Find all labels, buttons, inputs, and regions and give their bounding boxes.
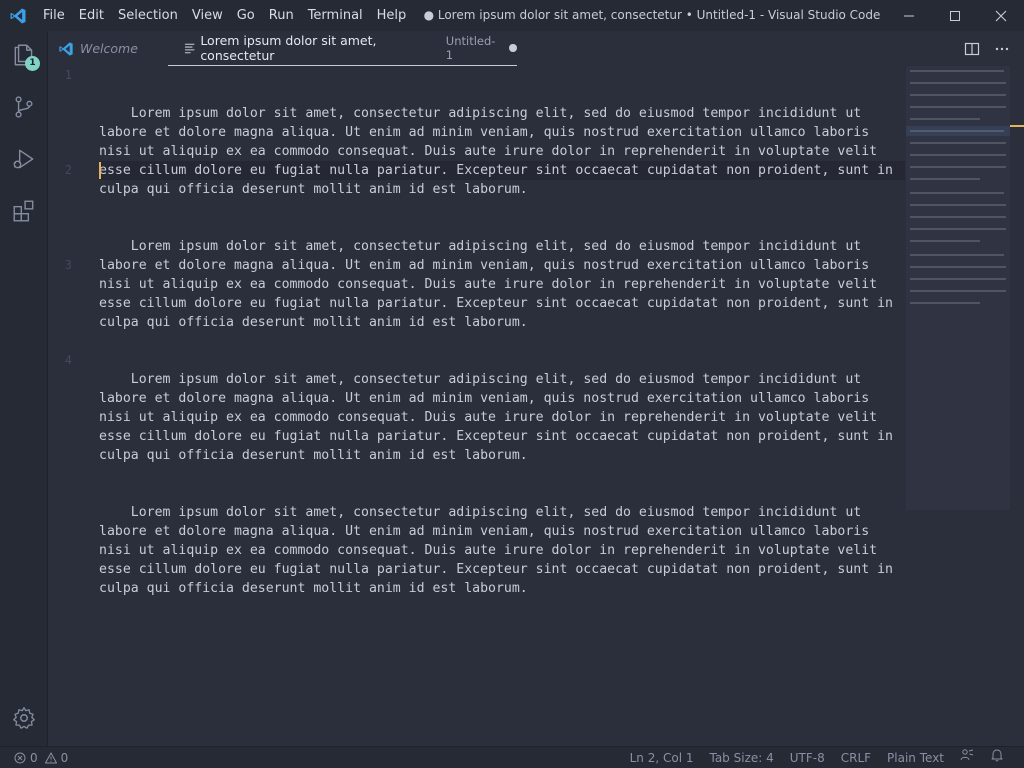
minimap-line <box>910 204 1006 206</box>
minimap-line <box>910 94 1006 96</box>
menu-edit[interactable]: Edit <box>72 0 111 31</box>
minimap-line <box>910 216 1006 218</box>
language-mode[interactable]: Plain Text <box>879 747 952 768</box>
minimap-line <box>910 130 1004 132</box>
notifications-button[interactable] <box>982 747 1012 768</box>
error-icon <box>14 752 26 764</box>
editor-actions <box>964 31 1010 66</box>
window-controls <box>886 0 1024 31</box>
unsaved-dot-icon[interactable] <box>509 44 517 52</box>
menu-help[interactable]: Help <box>370 0 414 31</box>
tab-size[interactable]: Tab Size: 4 <box>701 747 781 768</box>
minimap-line <box>910 142 1006 144</box>
editor-area[interactable]: 1 2 3 4 Lorem ipsum dolor sit amet, cons… <box>48 66 1024 746</box>
feedback-icon <box>960 749 974 761</box>
minimize-button[interactable] <box>886 0 932 31</box>
line-number: 2 <box>64 163 72 177</box>
split-editor-icon[interactable] <box>964 41 980 57</box>
minimap-line <box>910 254 1004 256</box>
line-number: 4 <box>64 353 72 367</box>
tab-untitled-1[interactable]: Lorem ipsum dolor sit amet, consectetur … <box>168 31 517 66</box>
cursor-position[interactable]: Ln 2, Col 1 <box>622 747 702 768</box>
minimap-line <box>910 228 1006 230</box>
menu-run[interactable]: Run <box>262 0 301 31</box>
manage-settings-button[interactable] <box>0 694 48 742</box>
menu-selection[interactable]: Selection <box>111 0 185 31</box>
tab-welcome[interactable]: Welcome <box>48 31 168 66</box>
tab-welcome-label: Welcome <box>80 41 138 56</box>
code-line[interactable]: Lorem ipsum dolor sit amet, consectetur … <box>99 370 904 465</box>
status-bar: 0 0 Ln 2, Col 1 Tab Size: 4 UTF-8 CRLF P… <box>0 746 1024 768</box>
tab-active-description: Untitled-1 <box>445 34 496 62</box>
explorer-button[interactable]: 1 <box>0 31 48 79</box>
run-debug-icon <box>13 149 34 169</box>
code-line[interactable]: Lorem ipsum dolor sit amet, consectetur … <box>99 104 904 199</box>
warning-icon <box>44 752 57 764</box>
minimap-line <box>910 192 1004 194</box>
code-line[interactable]: Lorem ipsum dolor sit amet, consectetur … <box>99 503 904 598</box>
minimap-line <box>910 240 980 242</box>
vscode-welcome-icon <box>59 41 73 56</box>
minimap-line <box>910 82 1006 84</box>
editor-tabs: Welcome Lorem ipsum dolor sit amet, cons… <box>48 31 1024 66</box>
menu-file[interactable]: File <box>36 0 72 31</box>
line-number: 1 <box>64 68 72 82</box>
text-cursor <box>99 162 101 179</box>
minimap-line <box>910 178 980 180</box>
explorer-badge: 1 <box>25 56 40 71</box>
close-button[interactable] <box>978 0 1024 31</box>
title-bar: File Edit Selection View Go Run Terminal… <box>0 0 1024 31</box>
minimap-line <box>910 278 1006 280</box>
more-actions-icon[interactable] <box>994 41 1010 57</box>
line-number: 3 <box>64 258 72 272</box>
status-right-items: Ln 2, Col 1 Tab Size: 4 UTF-8 CRLF Plain… <box>622 747 1012 768</box>
error-count: 0 <box>30 751 38 765</box>
minimap-line <box>910 154 1006 156</box>
minimap-line <box>910 266 1006 268</box>
gear-icon <box>13 707 35 729</box>
code-text[interactable]: Lorem ipsum dolor sit amet, consectetur … <box>99 66 904 636</box>
scrollbar-cursor-marker <box>1010 125 1024 127</box>
feedback-button[interactable] <box>952 747 982 768</box>
maximize-icon <box>950 10 960 21</box>
tab-active-label: Lorem ipsum dolor sit amet, consectetur <box>200 33 377 63</box>
file-encoding[interactable]: UTF-8 <box>782 747 833 768</box>
menu-view[interactable]: View <box>185 0 230 31</box>
end-of-line[interactable]: CRLF <box>833 747 879 768</box>
activity-bar: 1 <box>0 31 48 746</box>
minimap[interactable] <box>906 66 1010 510</box>
minimap-line <box>910 70 1004 72</box>
extensions-icon <box>13 200 34 222</box>
code-line[interactable]: Lorem ipsum dolor sit amet, consectetur … <box>99 237 904 332</box>
menu-bar: File Edit Selection View Go Run Terminal… <box>36 0 413 31</box>
extensions-button[interactable] <box>0 187 48 235</box>
menu-go[interactable]: Go <box>230 0 262 31</box>
minimap-line <box>910 302 980 304</box>
text-file-icon <box>184 43 195 54</box>
minimap-line <box>910 290 1006 292</box>
close-icon <box>995 10 1007 21</box>
problems-indicator[interactable]: 0 0 <box>14 747 68 768</box>
menu-terminal[interactable]: Terminal <box>301 0 370 31</box>
warning-count: 0 <box>60 751 69 765</box>
maximize-button[interactable] <box>932 0 978 31</box>
source-control-icon <box>15 96 33 118</box>
minimap-line <box>910 118 980 120</box>
vscode-logo-icon <box>0 0 36 31</box>
bell-icon <box>991 749 1003 762</box>
source-control-button[interactable] <box>0 83 48 131</box>
run-debug-button[interactable] <box>0 135 48 183</box>
minimize-icon <box>904 15 914 16</box>
minimap-line <box>910 166 1006 168</box>
minimap-line <box>910 106 1006 108</box>
